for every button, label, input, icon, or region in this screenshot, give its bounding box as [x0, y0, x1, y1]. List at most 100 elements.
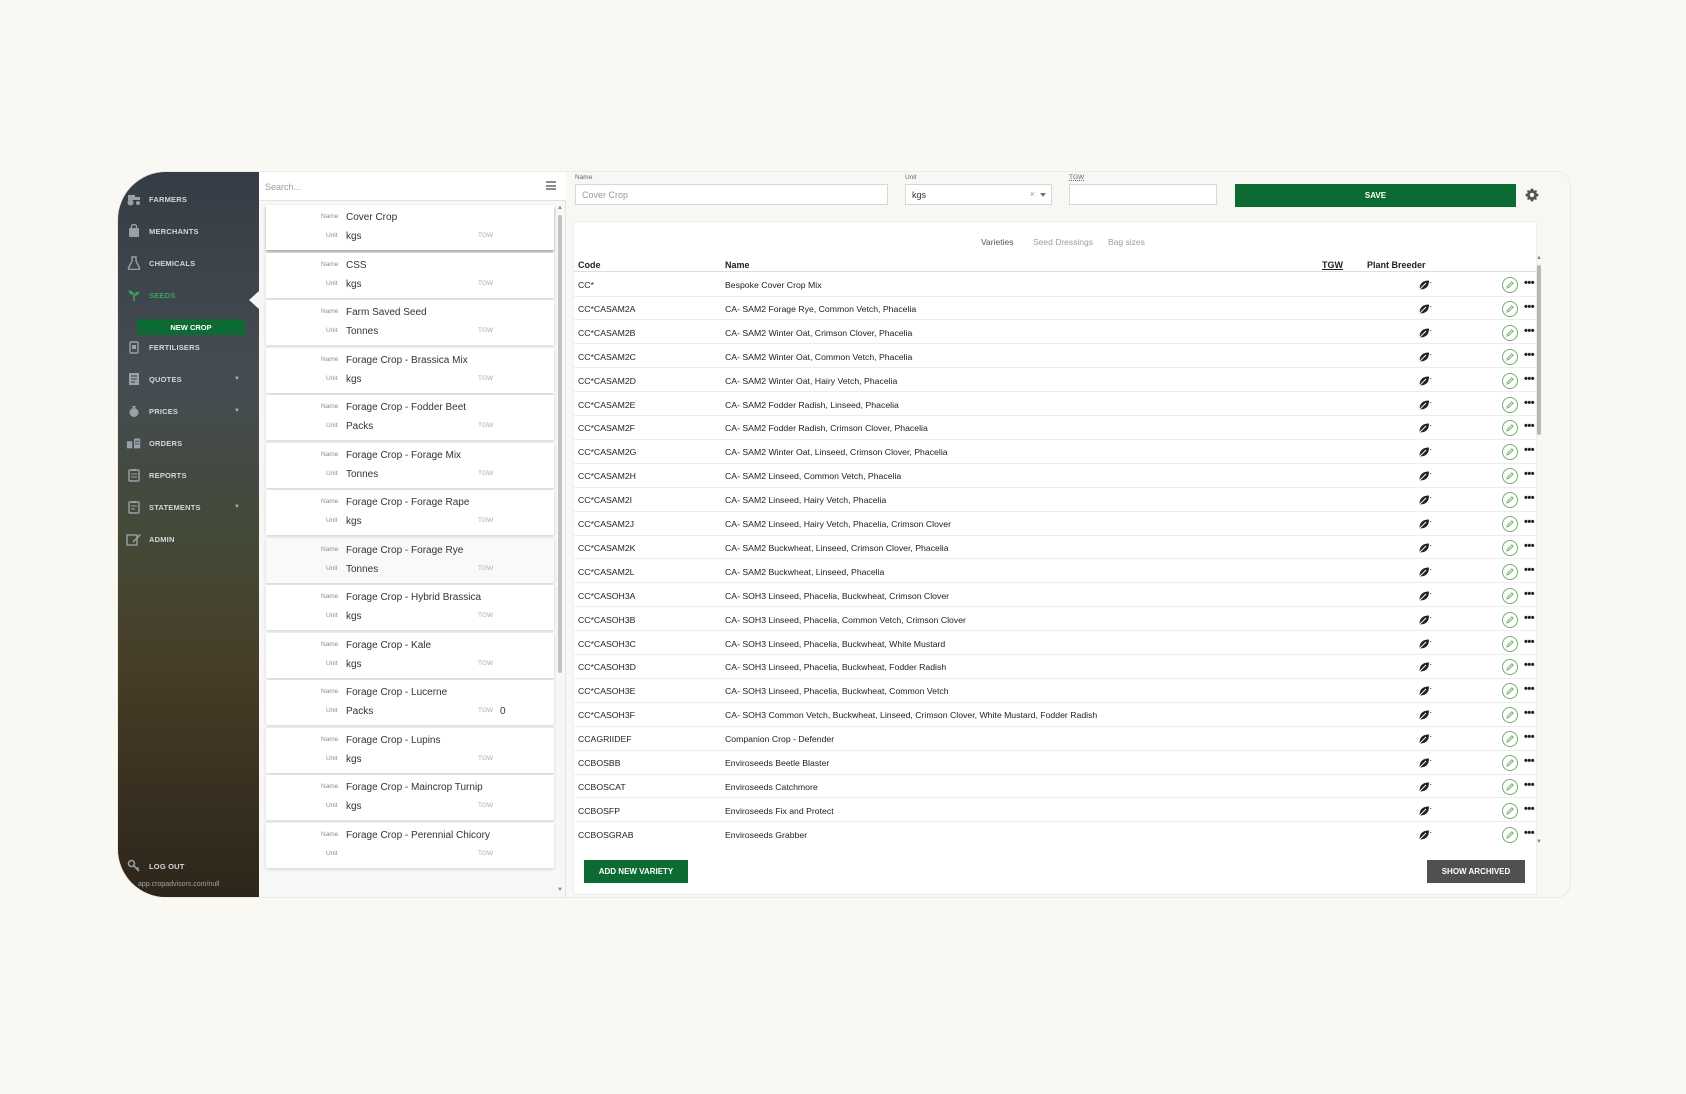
- crop-list-item[interactable]: Name Forage Crop - Maincrop Turnip Unit kgs…: [266, 775, 554, 820]
- plant-breeder-leaf-icon[interactable]: [1418, 684, 1432, 697]
- sidebar-item-reports[interactable]: REPORTS: [118, 462, 259, 488]
- crop-list-item[interactable]: Name Farm Saved Seed Unit Tonnes TGW: [266, 300, 554, 345]
- more-options-icon[interactable]: •••: [1524, 612, 1535, 623]
- col-plant-breeder[interactable]: Plant Breeder: [1367, 260, 1426, 270]
- edit-icon[interactable]: [1502, 611, 1518, 628]
- plant-breeder-leaf-icon[interactable]: [1418, 374, 1432, 386]
- more-options-icon[interactable]: •••: [1524, 588, 1535, 599]
- more-options-icon[interactable]: •••: [1524, 445, 1535, 456]
- crop-list-item[interactable]: Name Forage Crop - Forage Mix Unit Tonnes TG…: [266, 442, 554, 488]
- more-options-icon[interactable]: •••: [1524, 421, 1535, 432]
- plant-breeder-leaf-icon[interactable]: [1418, 756, 1432, 768]
- edit-icon[interactable]: [1502, 516, 1518, 532]
- more-options-icon[interactable]: •••: [1524, 325, 1535, 336]
- chevron-down-icon[interactable]: [1040, 193, 1046, 197]
- more-options-icon[interactable]: •••: [1524, 803, 1535, 814]
- table-row[interactable]: CC*CASAM2C CA- SAM2 Winter Oat, Common Ve…: [574, 345, 1536, 369]
- tgw-field[interactable]: [1069, 184, 1217, 205]
- more-options-icon[interactable]: •••: [1524, 732, 1535, 743]
- scroll-up-icon[interactable]: ▲: [557, 205, 563, 211]
- chevron-down-icon[interactable]: ▼: [234, 376, 240, 382]
- sidebar-item-orders[interactable]: ORDERS: [118, 430, 259, 456]
- edit-icon[interactable]: [1502, 659, 1518, 676]
- edit-icon[interactable]: [1502, 778, 1518, 795]
- plant-breeder-leaf-icon[interactable]: [1418, 493, 1432, 505]
- plant-breeder-leaf-icon[interactable]: [1418, 326, 1432, 338]
- edit-icon[interactable]: [1502, 587, 1518, 604]
- plant-breeder-leaf-icon[interactable]: [1418, 804, 1432, 816]
- plant-breeder-leaf-icon[interactable]: [1418, 541, 1432, 553]
- edit-icon[interactable]: [1502, 372, 1518, 389]
- sidebar-item-prices[interactable]: PRICES ▼: [118, 398, 259, 424]
- sidebar-item-statements[interactable]: STATEMENTS ▼: [118, 494, 259, 520]
- plant-breeder-leaf-icon[interactable]: [1418, 445, 1432, 458]
- table-row[interactable]: CCBOSCAT Enviroseeds Catchmore •••: [574, 775, 1536, 799]
- table-row[interactable]: CC*CASOH3C CA- SOH3 Linseed, Phacelia, Bu…: [574, 632, 1536, 655]
- table-row[interactable]: CC*CASAM2E CA- SAM2 Fodder Radish, Linsee…: [574, 393, 1536, 416]
- crop-list-item[interactable]: Name Forage Crop - Lupins Unit kgs TGW: [266, 727, 554, 773]
- edit-icon[interactable]: [1502, 444, 1518, 461]
- more-options-icon[interactable]: •••: [1524, 564, 1535, 575]
- edit-icon[interactable]: [1502, 277, 1518, 293]
- more-options-icon[interactable]: •••: [1524, 827, 1535, 838]
- edit-icon[interactable]: [1502, 755, 1518, 771]
- crop-list-item[interactable]: Name Forage Crop - Perennial Chicory Unit T…: [266, 822, 554, 868]
- name-field[interactable]: [575, 184, 888, 205]
- add-new-variety-button[interactable]: ADD NEW VARIETY: [584, 860, 688, 883]
- plant-breeder-leaf-icon[interactable]: [1418, 469, 1432, 482]
- show-archived-button[interactable]: SHOW ARCHIVED: [1427, 860, 1525, 883]
- table-row[interactable]: CC*CASAM2B CA- SAM2 Winter Oat, Crimson C…: [574, 321, 1536, 345]
- table-row[interactable]: CC* Bespoke Cover Crop Mix •••: [574, 273, 1536, 297]
- sidebar-item-farmers[interactable]: FARMERS: [118, 186, 259, 212]
- more-options-icon[interactable]: •••: [1524, 540, 1535, 551]
- table-row[interactable]: CC*CASOH3D CA- SOH3 Linseed, Phacelia, Bu…: [574, 655, 1536, 679]
- plant-breeder-leaf-icon[interactable]: [1418, 708, 1432, 721]
- table-row[interactable]: CC*CASOH3F CA- SOH3 Common Vetch, Buckwhe…: [574, 703, 1536, 727]
- save-button[interactable]: SAVE: [1235, 184, 1516, 207]
- col-tgw[interactable]: TGW: [1322, 260, 1343, 270]
- edit-icon[interactable]: [1502, 563, 1518, 580]
- unit-select[interactable]: kgs ×: [905, 184, 1052, 205]
- edit-icon[interactable]: [1502, 468, 1518, 485]
- more-options-icon[interactable]: •••: [1524, 708, 1535, 719]
- sidebar-item-admin[interactable]: ADMIN: [118, 526, 259, 552]
- crop-list-item[interactable]: Name Forage Crop - Forage Rape Unit kgs TGW: [266, 490, 554, 535]
- more-options-icon[interactable]: •••: [1524, 493, 1535, 504]
- edit-icon[interactable]: [1502, 492, 1518, 509]
- scroll-down-icon[interactable]: ▼: [557, 887, 563, 893]
- crop-list-item[interactable]: Name Forage Crop - Hybrid Brassica Unit kgs…: [266, 585, 554, 630]
- plant-breeder-leaf-icon[interactable]: [1418, 278, 1432, 290]
- plant-breeder-leaf-icon[interactable]: [1418, 613, 1432, 625]
- edit-icon[interactable]: [1502, 683, 1518, 700]
- plant-breeder-leaf-icon[interactable]: [1418, 350, 1432, 362]
- table-row[interactable]: CC*CASOH3B CA- SOH3 Linseed, Phacelia, Co…: [574, 608, 1536, 632]
- menu-icon[interactable]: [546, 181, 556, 190]
- more-options-icon[interactable]: •••: [1524, 517, 1535, 528]
- table-row[interactable]: CC*CASOH3E CA- SOH3 Linseed, Phacelia, Bu…: [574, 679, 1536, 703]
- crop-list-item[interactable]: Name Forage Crop - Forage Rye Unit Tonnes TG…: [266, 537, 554, 583]
- new-crop-button[interactable]: NEW CROP: [137, 319, 245, 335]
- plant-breeder-leaf-icon[interactable]: [1418, 589, 1432, 601]
- table-row[interactable]: CC*CASAM2K CA- SAM2 Buckwheat, Linseed, C…: [574, 536, 1536, 560]
- sidebar-item-merchants[interactable]: MERCHANTS: [118, 218, 259, 244]
- edit-icon[interactable]: [1502, 324, 1518, 341]
- table-row[interactable]: CC*CASAM2H CA- SAM2 Linseed, Common Vetch…: [574, 464, 1536, 488]
- more-options-icon[interactable]: •••: [1524, 636, 1535, 647]
- gear-icon[interactable]: [1524, 187, 1540, 203]
- scroll-up-icon[interactable]: ▲: [1536, 255, 1542, 261]
- crop-list-item[interactable]: Name Cover Crop Unit kgs TGW: [266, 205, 554, 250]
- chevron-down-icon[interactable]: ▼: [234, 504, 240, 510]
- plant-breeder-leaf-icon[interactable]: [1418, 637, 1432, 649]
- edit-icon[interactable]: [1502, 731, 1518, 748]
- table-scrollbar[interactable]: ▲ ▼: [1536, 255, 1542, 845]
- edit-icon[interactable]: [1502, 635, 1518, 652]
- edit-icon[interactable]: [1502, 348, 1518, 365]
- table-row[interactable]: CC*CASAM2G CA- SAM2 Winter Oat, Linseed, …: [574, 440, 1536, 464]
- col-name[interactable]: Name: [725, 260, 750, 270]
- plant-breeder-leaf-icon[interactable]: [1418, 660, 1432, 673]
- table-row[interactable]: CC*CASAM2D CA- SAM2 Winter Oat, Hairy Vet…: [574, 369, 1536, 393]
- crop-list-item[interactable]: Name Forage Crop - Brassica Mix Unit kgs TGW: [266, 347, 554, 393]
- sidebar-item-quotes[interactable]: QUOTES ▼: [118, 366, 259, 392]
- edit-icon[interactable]: [1502, 826, 1518, 843]
- more-options-icon[interactable]: •••: [1524, 349, 1535, 360]
